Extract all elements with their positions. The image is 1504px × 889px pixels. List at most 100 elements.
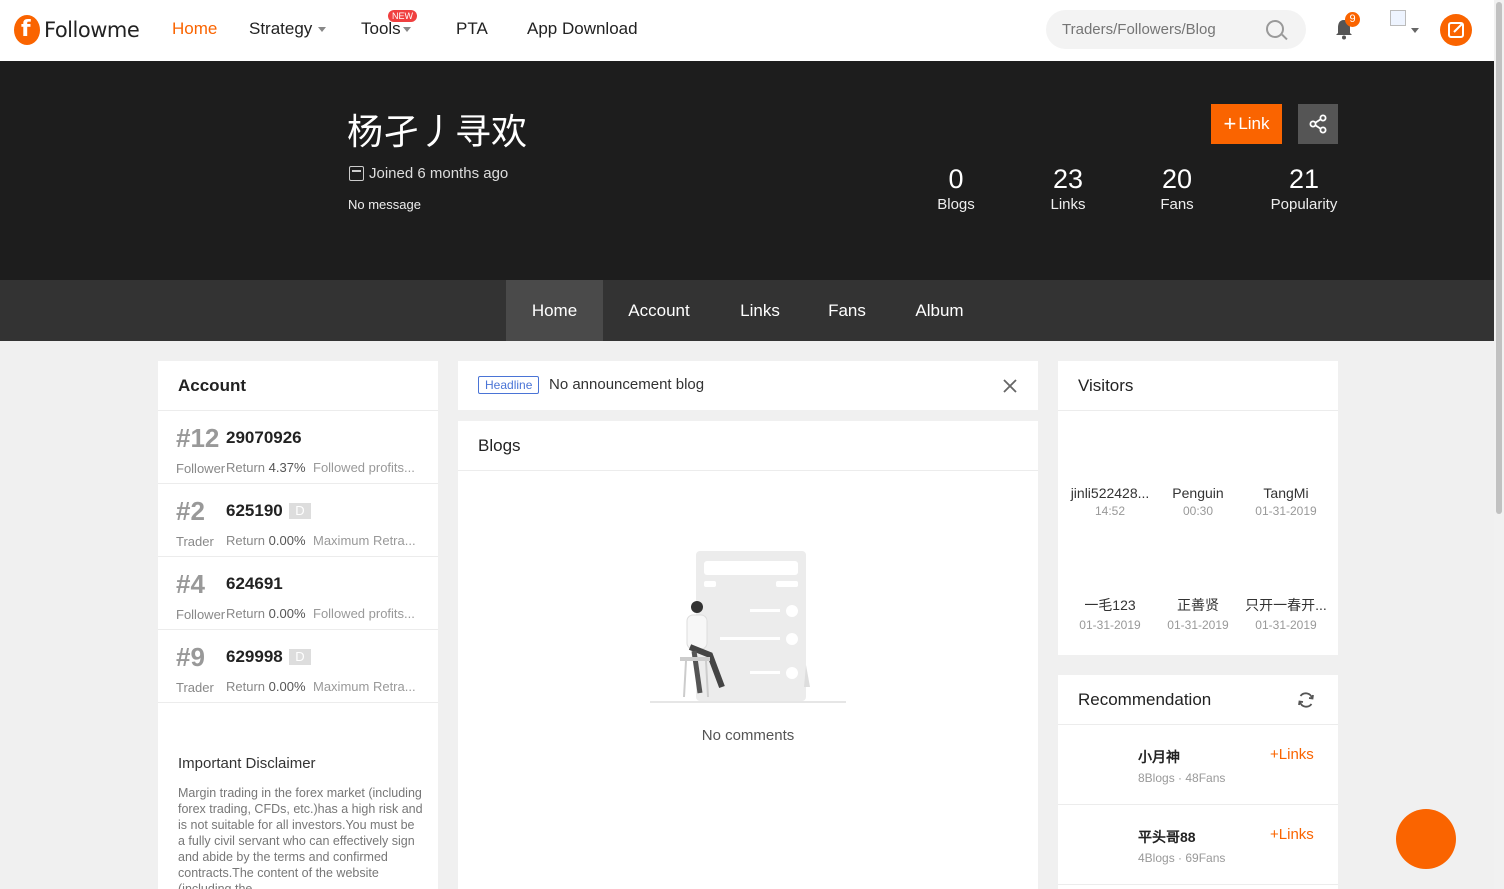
recommendation-title: Recommendation — [1078, 690, 1212, 709]
account-return: Return 4.37% — [226, 460, 306, 475]
recommendation-item[interactable]: 平头哥88 4Blogs · 69Fans +Links — [1058, 805, 1338, 885]
account-type: Trader — [176, 680, 214, 695]
account-number: 29070926 — [226, 428, 302, 447]
account-title: Account — [178, 376, 246, 395]
return-value: 0.00% — [268, 679, 306, 694]
return-value: 0.00% — [268, 606, 306, 621]
recommendation-item[interactable]: 小月神 8Blogs · 48Fans +Links — [1058, 725, 1338, 805]
plus-icon: + — [1270, 826, 1279, 843]
visitors-title: Visitors — [1078, 376, 1134, 395]
profile-header: 杨孑丿寻欢 Joined 6 months ago No message + L… — [0, 61, 1494, 280]
scrollbar-thumb[interactable] — [1496, 2, 1502, 514]
notification-count: 9 — [1345, 12, 1360, 27]
stat-label: Popularity — [1270, 196, 1338, 213]
share-button[interactable] — [1298, 104, 1338, 144]
write-post-button[interactable] — [1440, 14, 1472, 46]
account-row[interactable]: #2 625190 D Trader Return 0.00% Maximum … — [158, 484, 438, 557]
logo-text: Followme — [44, 18, 140, 42]
stat-label: Links — [1050, 196, 1086, 213]
calendar-icon — [349, 166, 364, 181]
profile-message: No message — [348, 197, 421, 212]
new-badge: NEW — [388, 10, 417, 22]
blogs-card: Blogs No comments — [458, 421, 1038, 889]
headline-tag: Headline — [478, 376, 540, 394]
tab-home[interactable]: Home — [506, 280, 603, 341]
tab-fans[interactable]: Fans — [816, 280, 878, 341]
floating-action-button[interactable] — [1396, 809, 1456, 869]
visitor-name: TangMi — [1263, 485, 1309, 501]
add-link-label: Links — [1278, 746, 1314, 763]
chevron-down-icon — [402, 27, 411, 33]
account-rank: #12 — [176, 423, 220, 453]
logo-icon — [14, 15, 40, 45]
joined-text: Joined 6 months ago — [369, 165, 509, 182]
account-extra: Followed profits... — [313, 606, 415, 621]
visitor-time: 01-31-2019 — [1255, 618, 1317, 632]
return-label: Return — [226, 606, 266, 621]
add-link-label: Links — [1278, 826, 1314, 843]
visitor-item[interactable]: 只开一春开... 01-31-2019 — [1242, 595, 1330, 632]
visitor-item[interactable]: jinli522428... 14:52 — [1066, 485, 1154, 518]
account-rank: #2 — [176, 496, 205, 526]
empty-illustration — [650, 551, 846, 703]
refresh-icon[interactable] — [1296, 690, 1316, 710]
account-card: Account #12 29070926 Follower Return 4.3… — [158, 361, 438, 889]
divider — [458, 470, 1038, 471]
account-row[interactable]: #12 29070926 Follower Return 4.37% Follo… — [158, 411, 438, 484]
avatar[interactable] — [1390, 10, 1406, 26]
nav-strategy-label: Strategy — [249, 19, 313, 38]
visitor-name: jinli522428... — [1070, 485, 1150, 501]
account-type: Trader — [176, 534, 214, 549]
recommendation-name: 平头哥88 — [1138, 829, 1196, 845]
visitor-item[interactable]: Penguin 00:30 — [1154, 485, 1242, 518]
link-button[interactable]: + Link — [1211, 104, 1282, 144]
return-label: Return — [226, 679, 266, 694]
stat-links[interactable]: 23 Links — [1038, 164, 1098, 213]
tab-account[interactable]: Account — [614, 280, 704, 341]
nav-tools[interactable]: Tools — [361, 19, 411, 39]
empty-text: No comments — [701, 727, 795, 744]
stat-value: 21 — [1288, 164, 1320, 194]
account-number: 625190 — [226, 501, 283, 520]
account-row[interactable]: #9 629998 D Trader Return 0.00% Maximum … — [158, 630, 438, 703]
visitor-name: 只开一春开... — [1245, 597, 1327, 613]
tab-album[interactable]: Album — [901, 280, 978, 341]
nav-pta[interactable]: PTA — [456, 19, 488, 39]
visitor-time: 14:52 — [1094, 504, 1126, 518]
chevron-down-icon[interactable] — [1411, 28, 1419, 33]
tab-links[interactable]: Links — [727, 280, 793, 341]
search-icon[interactable] — [1266, 20, 1284, 38]
visitor-time: 01-31-2019 — [1167, 618, 1229, 632]
stat-fans[interactable]: 20 Fans — [1147, 164, 1207, 213]
followme-logo[interactable]: Followme — [14, 15, 140, 45]
share-icon — [1309, 114, 1327, 134]
visitor-item[interactable]: TangMi 01-31-2019 — [1242, 485, 1330, 518]
nav-home[interactable]: Home — [172, 19, 217, 39]
account-rank: #4 — [176, 569, 205, 599]
visitor-name: 正善贤 — [1177, 597, 1219, 613]
close-icon[interactable] — [1002, 378, 1018, 394]
nav-strategy[interactable]: Strategy — [249, 19, 327, 39]
recommendation-meta: 4Blogs · 69Fans — [1138, 851, 1226, 865]
account-extra: Followed profits... — [313, 460, 415, 475]
plus-icon: + — [1223, 111, 1237, 136]
nav-app-download[interactable]: App Download — [527, 19, 638, 39]
top-navbar: Followme Home Strategy Tools NEW PTA App… — [0, 0, 1494, 61]
visitor-item[interactable]: 正善贤 01-31-2019 — [1154, 595, 1242, 632]
visitor-time: 00:30 — [1182, 504, 1214, 518]
add-link-button[interactable]: +Links — [1270, 826, 1314, 843]
account-return: Return 0.00% — [226, 679, 306, 694]
stat-value: 0 — [948, 164, 964, 194]
recommendation-name: 小月神 — [1138, 749, 1180, 765]
stat-label: Fans — [1160, 196, 1194, 213]
visitor-name: Penguin — [1172, 485, 1224, 501]
recommendation-card: Recommendation 小月神 8Blogs · 48Fans +Link… — [1058, 675, 1338, 889]
stat-popularity[interactable]: 21 Popularity — [1264, 164, 1344, 213]
stat-blogs[interactable]: 0 Blogs — [926, 164, 986, 213]
add-link-button[interactable]: +Links — [1270, 746, 1314, 763]
visitor-name: 一毛123 — [1084, 597, 1136, 613]
account-row[interactable]: #4 624691 Follower Return 0.00% Followed… — [158, 557, 438, 630]
profile-name: 杨孑丿寻欢 — [347, 112, 528, 153]
visitor-item[interactable]: 一毛123 01-31-2019 — [1066, 595, 1154, 632]
account-type: Follower — [176, 461, 226, 476]
